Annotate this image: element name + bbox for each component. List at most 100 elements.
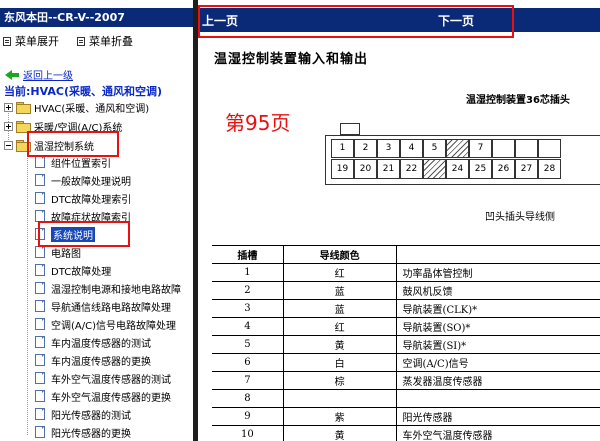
tree-item-label: 导航通信线路电路故障处理	[51, 302, 171, 314]
document-icon	[35, 408, 45, 420]
document-icon	[35, 174, 45, 186]
tree-item-selected[interactable]: 系统说明	[35, 226, 95, 242]
connector-pin: 27	[515, 159, 538, 179]
signal-description-cell: 功率晶体管控制	[395, 263, 600, 282]
tree-item-label: 车外空气温度传感器的测试	[51, 374, 171, 386]
document-icon	[35, 192, 45, 204]
connector-pin-empty	[423, 159, 446, 179]
back-link-label: 返回上一级	[23, 71, 73, 82]
wire-color-cell	[282, 389, 397, 408]
wire-color-cell: 蓝	[282, 299, 397, 318]
expand-plus-icon[interactable]	[4, 102, 13, 112]
back-link[interactable]: 返回上一级	[5, 67, 73, 82]
expand-plus-icon[interactable]	[4, 121, 13, 131]
page-navbar: 上一页 下一页	[198, 8, 600, 32]
signal-description-cell: 鼓风机反馈	[395, 281, 600, 300]
pin-number-cell: 7	[212, 371, 284, 390]
connector-pin: 28	[538, 159, 561, 179]
connector-pin: 21	[377, 159, 400, 179]
prev-page-button[interactable]: 上一页	[202, 12, 238, 29]
wire-color-cell: 黄	[282, 425, 397, 441]
tree-item[interactable]: 导航通信线路电路故障处理	[35, 298, 171, 314]
table-row: 5 黄导航装置(SI)*	[212, 335, 600, 354]
connector-pin	[492, 139, 515, 158]
table-row: 4 红导航装置(SO)*	[212, 317, 600, 336]
tree-item[interactable]: 阳光传感器的测试	[35, 406, 131, 422]
signal-description-cell: 导航装置(SI)*	[395, 335, 600, 354]
connector-pin: 24	[446, 159, 469, 179]
tree-item[interactable]: DTC故障处理	[35, 262, 111, 278]
document-pane: 上一页 下一页 温湿控制装置输入和输出 第95页 温湿控制装置36芯插头 1 2…	[198, 0, 600, 441]
tree-folder-hvac[interactable]: HVAC(采暖、通风和空调)	[4, 99, 149, 115]
pin-number-cell: 6	[212, 353, 284, 372]
wire-color-cell: 黄	[282, 335, 397, 354]
tree-folder-label: HVAC(采暖、通风和空调)	[34, 103, 150, 115]
current-location: 当前:HVAC(采暖、通风和空调)	[4, 85, 163, 98]
folder-open-icon	[16, 139, 31, 152]
tree-item-label: 车内温度传感器的更换	[51, 356, 151, 368]
document-icon	[35, 354, 45, 366]
connector-pin: 20	[354, 159, 377, 179]
table-row: 7 棕蒸发器温度传感器	[212, 371, 600, 390]
document-icon	[35, 246, 45, 258]
document-icon	[35, 390, 45, 402]
connector-pin: 26	[492, 159, 515, 179]
folder-icon	[16, 101, 31, 114]
pin-number-cell: 8	[212, 389, 284, 408]
page-number-label: 第95页	[225, 111, 291, 135]
tree-item[interactable]: 车内温度传感器的更换	[35, 352, 151, 368]
table-header: 插槽	[212, 245, 284, 264]
doc-title: 温湿控制装置输入和输出	[214, 52, 369, 67]
connector-pin	[515, 139, 538, 158]
pin-number-cell: 4	[212, 317, 284, 336]
menu-expand-button[interactable]: 菜单展开	[3, 33, 59, 49]
document-icon	[35, 372, 45, 384]
tree-item[interactable]: 车内温度传感器的测试	[35, 334, 151, 350]
pin-number-cell: 2	[212, 281, 284, 300]
tree-item[interactable]: 组件位置索引	[35, 154, 111, 170]
collapse-minus-icon[interactable]	[4, 140, 13, 150]
tree-item[interactable]: 阳光传感器的更换	[35, 424, 131, 440]
tree-item[interactable]: 车外空气温度传感器的测试	[35, 370, 171, 386]
menu-expand-label: 菜单展开	[15, 35, 59, 48]
tree-item[interactable]: 一般故障处理说明	[35, 172, 131, 188]
tree-item[interactable]: 温湿控制电源和接地电路故障	[35, 280, 181, 296]
document-icon	[35, 282, 45, 294]
connector-side-label: 凹头插头导线侧	[485, 212, 555, 223]
pin-number-cell: 9	[212, 407, 284, 426]
tree-item-label: 车内温度传感器的测试	[51, 338, 151, 350]
tree-item[interactable]: DTC故障处理索引	[35, 190, 131, 206]
tree-item-label: 阳光传感器的更换	[51, 428, 131, 440]
next-page-button[interactable]: 下一页	[438, 12, 474, 29]
tree-item-label: 一般故障处理说明	[51, 176, 131, 188]
wire-color-cell: 紫	[282, 407, 397, 426]
pin-number-cell: 1	[212, 263, 284, 282]
tree-folder-ac-system[interactable]: 采暖/空调(A/C)系统	[4, 118, 122, 134]
connector-pin: 4	[400, 139, 423, 158]
connector-pin: 7	[469, 139, 492, 158]
pin-table: 插槽 导线颜色 1 红功率晶体管控制 2 蓝鼓风机反馈 3 蓝导航装置(CLK)* 4 红导航…	[212, 245, 600, 441]
menu-icon	[3, 36, 11, 46]
tree-item[interactable]: 故障症状故障索引	[35, 208, 131, 224]
table-header: 导线颜色	[282, 245, 397, 264]
tree-item[interactable]: 车外空气温度传感器的更换	[35, 388, 171, 404]
pin-number-cell: 10	[212, 425, 284, 441]
table-row: 6 白空调(A/C)信号	[212, 353, 600, 372]
tree-line	[27, 152, 28, 435]
connector-pin-empty	[446, 139, 469, 158]
connector-pin: 25	[469, 159, 492, 179]
signal-description-cell: 空调(A/C)信号	[395, 353, 600, 372]
tree-item[interactable]: 电路图	[35, 244, 81, 260]
signal-description-cell: 导航装置(CLK)*	[395, 299, 600, 318]
wire-color-cell: 蓝	[282, 281, 397, 300]
tree-item-label: 车外空气温度传感器的更换	[51, 392, 171, 404]
tree-item[interactable]: 空调(A/C)信号电路故障处理	[35, 316, 176, 332]
menu-collapse-button[interactable]: 菜单折叠	[77, 33, 133, 49]
tree-item-label: 组件位置索引	[51, 158, 111, 170]
connector-pin	[538, 139, 561, 158]
connector-title: 温湿控制装置36芯插头	[466, 95, 570, 106]
tree-item-label: 空调(A/C)信号电路故障处理	[51, 320, 176, 332]
wire-color-cell: 棕	[282, 371, 397, 390]
tree-folder-climate-control[interactable]: 温湿控制系统	[4, 137, 94, 153]
table-row: 3 蓝导航装置(CLK)*	[212, 299, 600, 318]
